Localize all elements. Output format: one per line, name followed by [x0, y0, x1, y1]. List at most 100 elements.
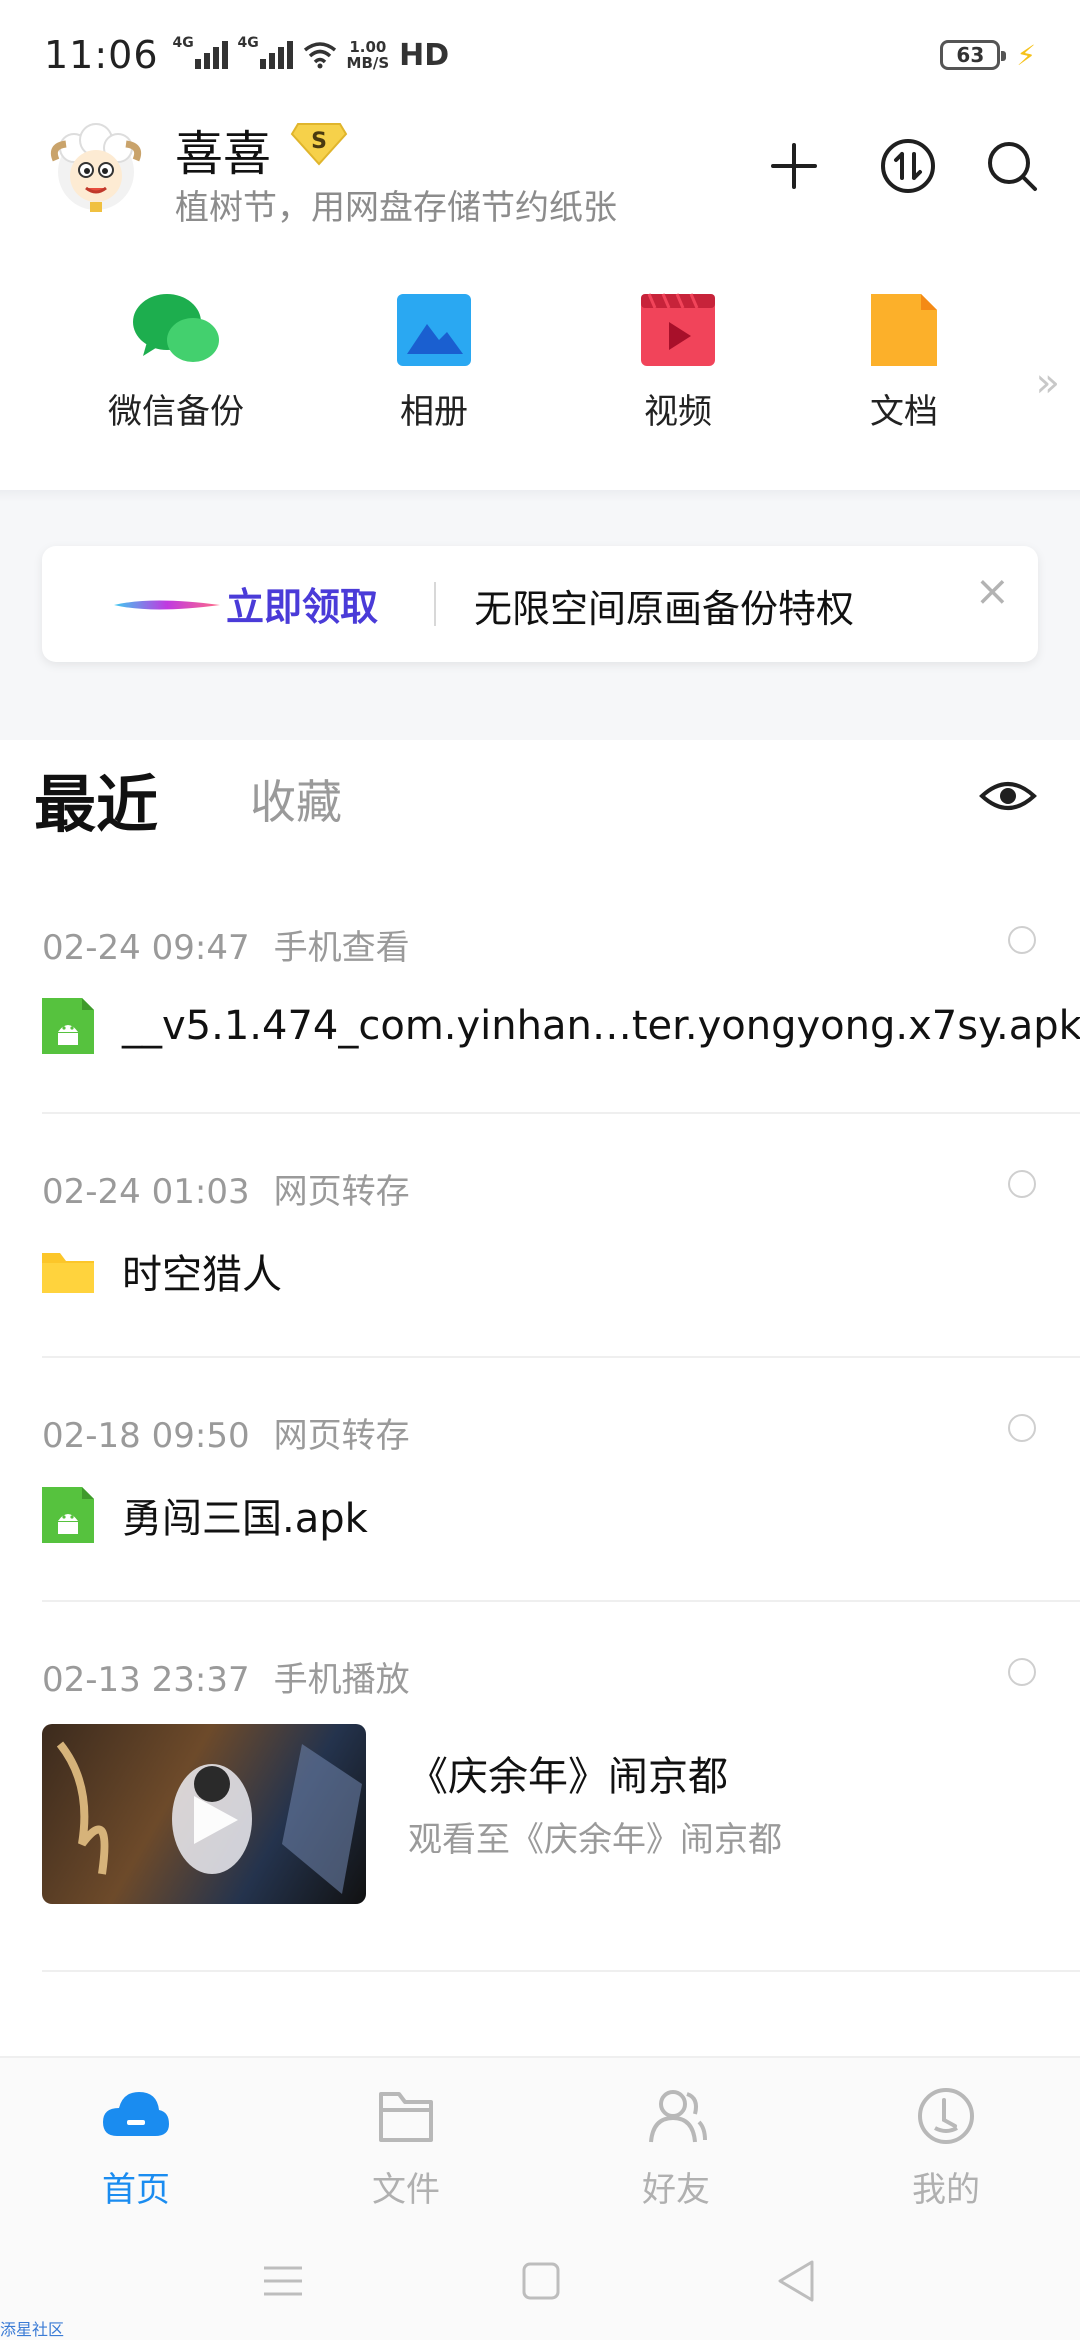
search-button[interactable] [982, 136, 1042, 196]
promo-banner[interactable]: 立即领取 无限空间原画备份特权 × [42, 546, 1038, 662]
tab-mine[interactable]: 我的 [856, 2084, 1036, 2211]
entry-title: __v5.1.474_com.yinhan…ter.yongyong.x7sy.… [122, 1003, 1080, 1049]
recent-tabs: 最近 收藏 [0, 740, 1080, 870]
nav-label: 首页 [102, 2170, 170, 2210]
home-square-icon[interactable] [516, 2256, 566, 2306]
video-thumbnail[interactable] [42, 1724, 366, 1904]
transfer-button[interactable] [878, 136, 938, 196]
video-icon [633, 290, 723, 370]
quick-entries: 微信备份 相册 视频 文档 » [0, 290, 1080, 470]
quick-entry-video[interactable]: 视频 [588, 290, 768, 433]
vip-badge-icon[interactable]: S [290, 118, 348, 166]
signal-icon-2: 4G [238, 35, 293, 69]
entry-date: 02-24 01:03 [42, 1172, 250, 1212]
list-item[interactable]: 02-24 09:47 手机查看 __v5.1.474_com.yinhan…te… [42, 870, 1080, 1114]
charging-icon: ⚡ [1016, 38, 1036, 72]
entry-meta: 02-24 09:47 手机查看 [42, 920, 434, 969]
banner-brush-icon [114, 600, 220, 610]
quick-entry-wechat-backup[interactable]: 微信备份 [86, 290, 266, 433]
document-icon [859, 290, 949, 370]
entry-meta: 02-13 23:37 手机播放 [42, 1652, 434, 1701]
avatar-sheep-icon [50, 123, 142, 212]
video-title: 《庆余年》闹京都 [408, 1754, 728, 1800]
nav-label: 我的 [912, 2170, 980, 2210]
status-bar: 11:06 4G 4G 1.00 MB/S HD 63 ⚡ [0, 0, 1080, 110]
hd-indicator: HD [399, 37, 450, 73]
speed-unit: MB/S [346, 54, 390, 72]
banner-divider [434, 582, 436, 626]
system-nav-bar: 添星社区 [0, 2226, 1080, 2340]
banner-text: 无限空间原画备份特权 [474, 587, 855, 631]
banner-action[interactable]: 立即领取 [226, 576, 378, 631]
list-item[interactable]: 02-13 23:37 手机播放 《庆余年》闹京都 观看至《庆余年》闹京都 [42, 1602, 1080, 1972]
entry-select-radio[interactable] [1008, 1170, 1036, 1198]
menu-icon[interactable] [258, 2256, 308, 2306]
quick-entry-label: 微信备份 [108, 392, 244, 432]
tab-favorites[interactable]: 收藏 [250, 766, 342, 832]
entry-title: 时空猎人 [122, 1252, 282, 1298]
entry-meta: 02-24 01:03 网页转存 [42, 1164, 434, 1213]
video-progress-text: 观看至《庆余年》闹京都 [408, 1820, 782, 1860]
watermark: 添星社区 [0, 2320, 65, 2339]
entry-row: 时空猎人 [42, 1242, 282, 1300]
more-entries-chevron-icon[interactable]: » [1036, 360, 1061, 406]
add-button[interactable] [764, 136, 824, 196]
battery-level: 63 [956, 43, 985, 67]
folder-icon [42, 1253, 94, 1293]
entry-date: 02-18 09:50 [42, 1416, 250, 1456]
folder-nav-icon [379, 2092, 433, 2142]
entry-date: 02-24 09:47 [42, 928, 250, 968]
tab-friends[interactable]: 好友 [586, 2084, 766, 2211]
plus-icon [771, 143, 817, 189]
avatar[interactable] [46, 120, 146, 220]
cloud-home-icon [103, 2092, 169, 2136]
quick-entry-label: 文档 [870, 392, 938, 432]
entry-row: __v5.1.474_com.yinhan…ter.yongyong.x7sy.… [42, 998, 1080, 1054]
entry-row: 勇闯三国.apk [42, 1486, 368, 1544]
album-icon [389, 290, 479, 370]
net-speed: 1.00 MB/S [347, 39, 390, 71]
recent-list: 02-24 09:47 手机查看 __v5.1.474_com.yinhan…te… [0, 870, 1080, 1972]
list-item[interactable]: 02-18 09:50 网页转存 勇闯三国.apk [42, 1358, 1080, 1602]
entry-source: 网页转存 [273, 1416, 410, 1456]
tab-home[interactable]: 首页 [46, 2084, 226, 2211]
tab-recent[interactable]: 最近 [34, 754, 158, 844]
quick-entry-label: 视频 [644, 392, 712, 432]
wifi-icon [303, 42, 336, 69]
quick-entry-document[interactable]: 文档 [814, 290, 994, 433]
entry-select-radio[interactable] [1008, 1658, 1036, 1686]
network-status: 4G 4G 1.00 MB/S HD [173, 35, 450, 73]
banner-close-icon[interactable]: × [975, 566, 1010, 615]
nav-label: 好友 [642, 2170, 710, 2210]
search-icon [988, 142, 1037, 191]
user-name: 喜喜 [175, 126, 272, 182]
quick-entry-album[interactable]: 相册 [344, 290, 524, 433]
speed-value: 1.00 [349, 38, 387, 56]
net-type-label: 4G [237, 35, 259, 51]
status-right: 63 ⚡ [940, 39, 1036, 72]
profile-icon [918, 2088, 974, 2144]
entry-source: 手机查看 [273, 928, 410, 968]
user-subtitle: 植树节，用网盘存储节约纸张 [175, 188, 617, 228]
entry-select-radio[interactable] [1008, 1414, 1036, 1442]
entry-meta: 02-18 09:50 网页转存 [42, 1408, 434, 1457]
bottom-nav: 首页 文件 好友 我的 [0, 2056, 1080, 2226]
entry-select-radio[interactable] [1008, 926, 1036, 954]
signal-icon-1: 4G [173, 35, 228, 69]
entry-date: 02-13 23:37 [42, 1660, 250, 1700]
battery-icon: 63 [940, 40, 1007, 70]
list-item[interactable]: 02-24 01:03 网页转存 时空猎人 [42, 1114, 1080, 1358]
transfer-icon [881, 139, 935, 193]
nav-label: 文件 [372, 2170, 440, 2210]
net-type-label: 4G [172, 35, 194, 51]
eye-icon [979, 782, 1037, 810]
wechat-backup-icon [131, 290, 221, 370]
quick-entry-label: 相册 [400, 392, 468, 432]
entry-source: 手机播放 [273, 1660, 410, 1700]
entry-source: 网页转存 [273, 1172, 410, 1212]
visibility-toggle[interactable] [978, 766, 1038, 826]
tab-files[interactable]: 文件 [316, 2084, 496, 2211]
entry-title: 勇闯三国.apk [122, 1496, 368, 1542]
back-triangle-icon[interactable] [772, 2256, 822, 2306]
video-play-icon [56, 1741, 362, 1894]
